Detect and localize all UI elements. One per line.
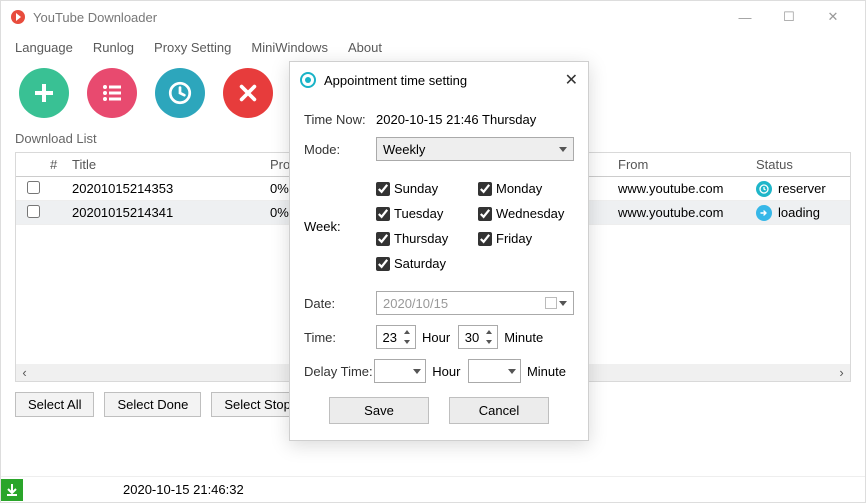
day-tuesday[interactable]: Tuesday — [376, 206, 472, 221]
schedule-button[interactable] — [155, 68, 205, 118]
list-button[interactable] — [87, 68, 137, 118]
hour-text: Hour — [422, 330, 450, 345]
cell-status: reserver — [778, 181, 826, 196]
close-window-button[interactable]: ✕ — [811, 2, 855, 32]
list-icon — [100, 81, 124, 105]
select-done-button[interactable]: Select Done — [104, 392, 201, 417]
save-button[interactable]: Save — [329, 397, 429, 424]
col-status[interactable]: Status — [756, 157, 850, 172]
status-bar: 2020-10-15 21:46:32 — [1, 476, 865, 502]
cell-from: www.youtube.com — [618, 181, 756, 196]
day-wednesday[interactable]: Wednesday — [478, 206, 574, 221]
chevron-down-icon — [413, 369, 421, 374]
time-label: Time: — [304, 330, 376, 345]
scroll-left-icon[interactable]: ‹ — [16, 364, 33, 381]
cancel-button[interactable]: Cancel — [449, 397, 549, 424]
plus-icon — [32, 81, 56, 105]
add-button[interactable] — [19, 68, 69, 118]
day-saturday[interactable]: Saturday — [376, 256, 472, 271]
menu-language[interactable]: Language — [7, 36, 81, 59]
menu-proxy[interactable]: Proxy Setting — [146, 36, 239, 59]
day-friday[interactable]: Friday — [478, 231, 574, 246]
chevron-down-icon — [559, 147, 567, 152]
mode-select[interactable]: Weekly — [376, 137, 574, 161]
col-title[interactable]: Title — [72, 157, 270, 172]
day-sunday[interactable]: Sunday — [376, 181, 472, 196]
menu-miniwindows[interactable]: MiniWindows — [243, 36, 336, 59]
date-label: Date: — [304, 296, 376, 311]
delay-hour-text: Hour — [432, 364, 460, 379]
cell-title: 20201015214341 — [72, 205, 270, 220]
chevron-down-icon — [508, 369, 516, 374]
week-label: Week: — [304, 171, 376, 281]
cell-title: 20201015214353 — [72, 181, 270, 196]
download-status-icon[interactable] — [1, 479, 23, 501]
time-now-label: Time Now: — [304, 112, 376, 127]
cell-from: www.youtube.com — [618, 205, 756, 220]
scroll-right-icon[interactable]: › — [833, 364, 850, 381]
col-num[interactable]: # — [50, 157, 72, 172]
maximize-button[interactable]: ☐ — [767, 2, 811, 32]
day-monday[interactable]: Monday — [478, 181, 574, 196]
day-thursday[interactable]: Thursday — [376, 231, 472, 246]
status-icon — [756, 205, 772, 221]
dialog-icon — [300, 72, 316, 88]
delay-minute-text: Minute — [527, 364, 566, 379]
menu-about[interactable]: About — [340, 36, 390, 59]
dialog-title: Appointment time setting — [324, 73, 467, 88]
hour-spinner[interactable]: 23 — [376, 325, 416, 349]
minute-spinner[interactable]: 30 — [458, 325, 498, 349]
window-title: YouTube Downloader — [33, 10, 157, 25]
appointment-dialog: Appointment time setting ✕ Time Now: 202… — [289, 61, 589, 441]
delay-label: Delay Time: — [304, 364, 374, 379]
time-now-value: 2020-10-15 21:46 Thursday — [376, 112, 536, 127]
close-icon — [237, 82, 259, 104]
status-time: 2020-10-15 21:46:32 — [123, 482, 244, 497]
delete-button[interactable] — [223, 68, 273, 118]
window-titlebar: YouTube Downloader — ☐ ✕ — [1, 1, 865, 33]
app-logo-icon — [11, 10, 25, 24]
col-from[interactable]: From — [618, 157, 756, 172]
row-checkbox[interactable] — [27, 205, 40, 218]
clock-icon — [167, 80, 193, 106]
delay-hour-select[interactable] — [374, 359, 427, 383]
dialog-close-button[interactable]: ✕ — [565, 70, 578, 90]
cell-status: loading — [778, 205, 820, 220]
minute-text: Minute — [504, 330, 543, 345]
menu-bar: Language Runlog Proxy Setting MiniWindow… — [1, 33, 865, 61]
minimize-button[interactable]: — — [723, 2, 767, 32]
menu-runlog[interactable]: Runlog — [85, 36, 142, 59]
calendar-icon — [545, 297, 567, 309]
delay-minute-select[interactable] — [468, 359, 521, 383]
row-checkbox[interactable] — [27, 181, 40, 194]
date-input[interactable]: 2020/10/15 — [376, 291, 574, 315]
select-all-button[interactable]: Select All — [15, 392, 94, 417]
mode-label: Mode: — [304, 142, 376, 157]
status-icon — [756, 181, 772, 197]
